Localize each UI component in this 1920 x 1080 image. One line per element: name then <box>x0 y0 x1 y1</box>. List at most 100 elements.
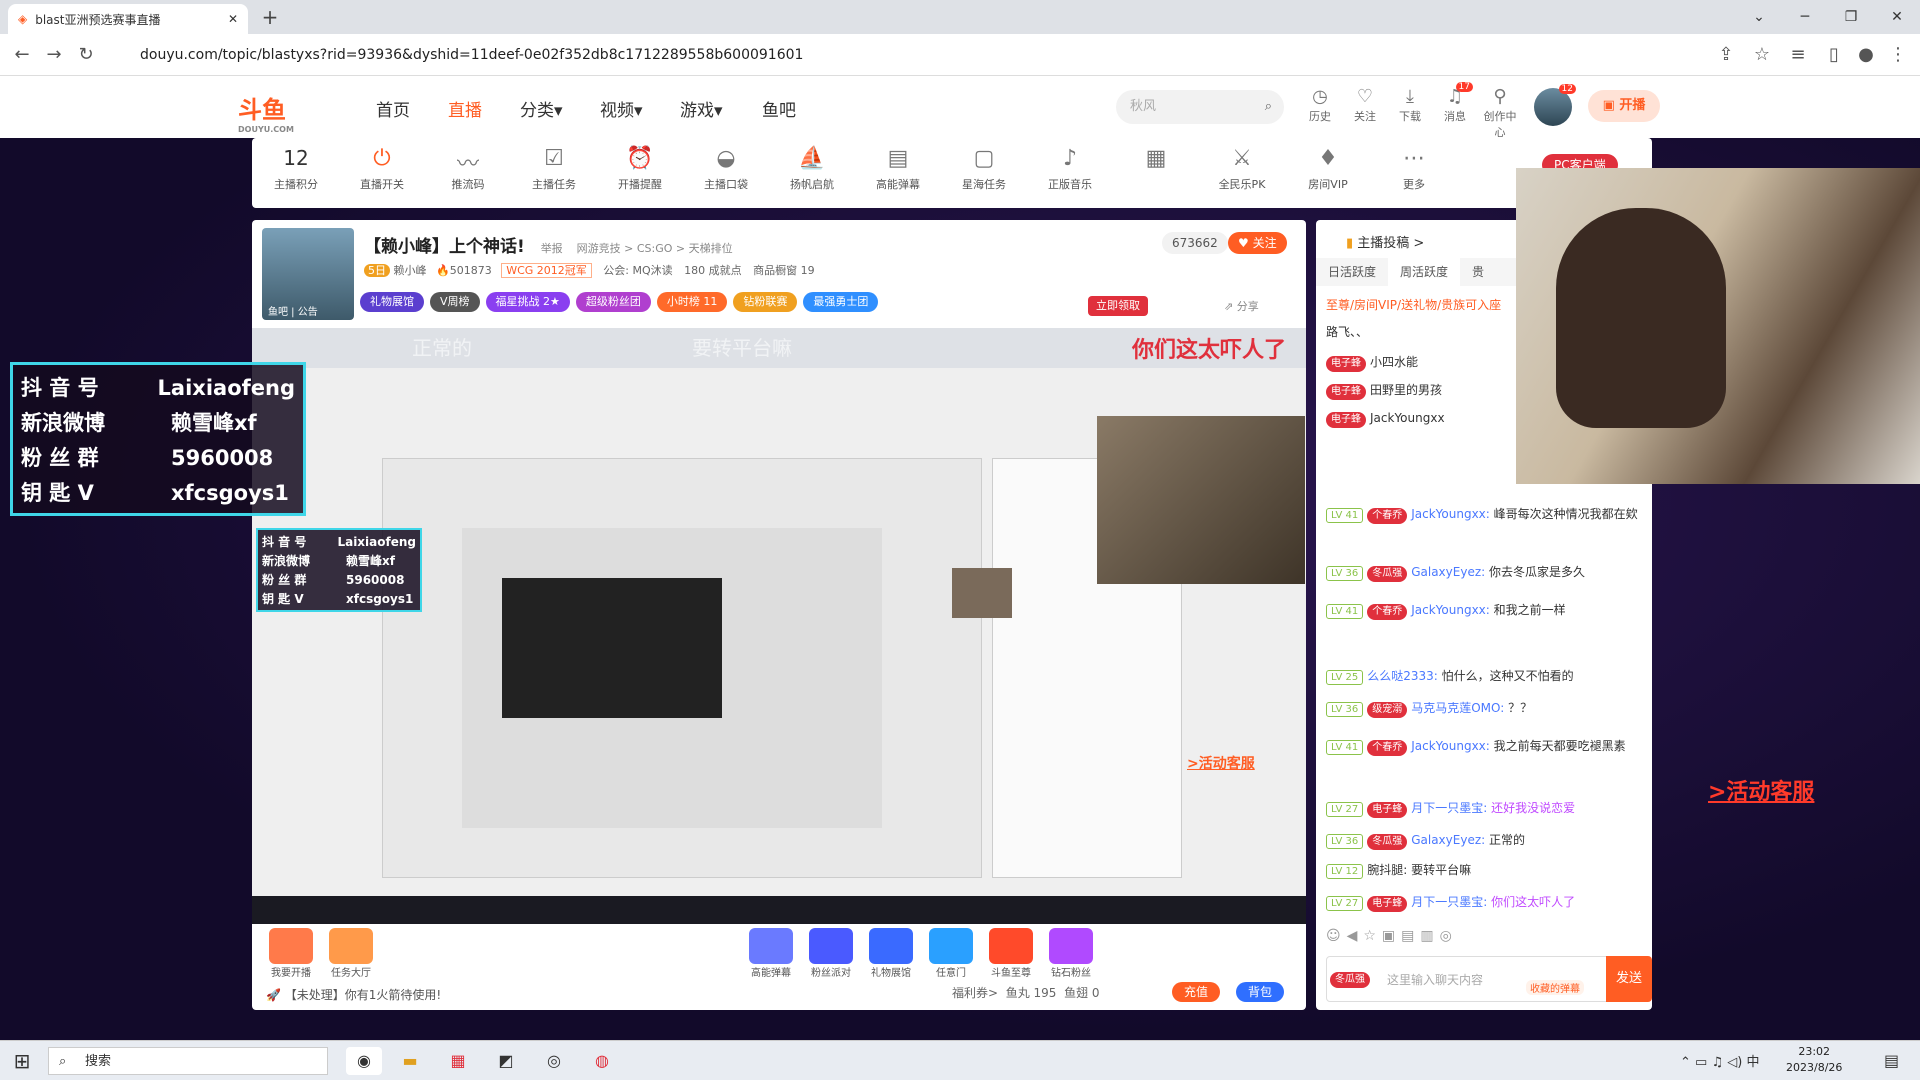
nav-home[interactable]: 首页 <box>376 96 410 121</box>
report-link[interactable]: 举报 <box>541 242 563 255</box>
welfare-link[interactable]: 福利券> <box>952 986 998 1000</box>
folder-icon[interactable]: ▬ <box>392 1047 428 1075</box>
gift-any-door[interactable]: 任意门 <box>922 928 980 979</box>
tool-reminder[interactable]: ⏰ 开播提醒 <box>600 146 680 192</box>
minimize-button[interactable]: ─ <box>1782 0 1828 34</box>
message-button[interactable]: ♫ 消息 17 <box>1435 82 1475 124</box>
rocket-notice[interactable]: 🚀 【未处理】你有1火箭待使用! <box>266 986 441 1003</box>
side-panel-icon[interactable]: ▯ <box>1820 42 1848 68</box>
tool-task[interactable]: ☑ 主播任务 <box>514 146 594 192</box>
badge-diamond-league[interactable]: 钻粉联赛 <box>733 292 798 312</box>
badge-warrior-team[interactable]: 最强勇士团 <box>803 292 879 312</box>
chrome-icon[interactable]: ◉ <box>346 1047 382 1075</box>
tool-pocket[interactable]: ◒ 主播口袋 <box>686 146 766 192</box>
badge-hour-rank[interactable]: 小时榜 11 <box>656 292 728 312</box>
guild-info[interactable]: 公会: MQ沐读 <box>603 264 672 277</box>
start-live-button[interactable]: ▣ 开播 <box>1588 90 1660 122</box>
avatar-caption[interactable]: 鱼吧 | 公告 <box>268 303 318 318</box>
video-player[interactable]: 正常的 要转平台嘛 你们这太吓人了 >活动客服 <box>252 328 1306 924</box>
new-tab-button[interactable]: + <box>258 6 282 30</box>
tool-gift[interactable]: ▦ <box>1116 146 1196 176</box>
nickname[interactable]: 月下一只墨宝: <box>1411 801 1487 815</box>
back-icon[interactable]: ← <box>8 42 36 68</box>
app-icon[interactable]: ▦ <box>440 1047 476 1075</box>
tool-sail[interactable]: ⛵ 扬帆启航 <box>772 146 852 192</box>
nickname[interactable]: JackYoungxx: <box>1411 603 1490 617</box>
gift-hall[interactable]: 礼物展馆 <box>862 928 920 979</box>
badge-gift-hall[interactable]: 礼物展馆 <box>360 292 424 312</box>
bookmark-star-icon[interactable]: ☆ <box>1748 42 1776 68</box>
search-icon[interactable]: ⌕ <box>1265 90 1272 124</box>
nickname[interactable]: 马克马克莲OMO: <box>1411 701 1504 715</box>
nickname[interactable]: 么么哒2333: <box>1367 669 1438 683</box>
creator-center-button[interactable]: ⚲ 创作中心 <box>1480 86 1520 140</box>
tool-more[interactable]: ⋯ 更多 <box>1374 146 1454 192</box>
activity-service-link[interactable]: >活动客服 <box>1708 774 1814 806</box>
tool-stream-key[interactable]: 〰推流码 <box>428 146 508 192</box>
nickname[interactable]: 月下一只墨宝: <box>1411 895 1487 909</box>
nav-category[interactable]: 分类▾ <box>520 96 563 121</box>
nickname[interactable]: JackYoungxx: <box>1411 739 1490 753</box>
tool-score[interactable]: 12 主播积分 <box>256 146 336 192</box>
saved-barrage-button[interactable]: 收藏的弹幕 <box>1526 980 1584 995</box>
search-input[interactable]: 秋风 ⌕ <box>1116 90 1284 124</box>
tool-pk[interactable]: ⚔ 全民乐PK <box>1202 146 1282 192</box>
tool-vip[interactable]: ♦ 房间VIP <box>1288 146 1368 192</box>
close-tab-icon[interactable]: ✕ <box>228 12 238 26</box>
share-button[interactable]: ⇗ 分享 <box>1224 298 1259 314</box>
forward-icon[interactable]: → <box>40 42 68 68</box>
vip-seat-notice[interactable]: 至尊/房间VIP/送礼物/贵族可入座 <box>1326 296 1501 313</box>
user-avatar[interactable]: 12 <box>1534 84 1576 126</box>
close-window-button[interactable]: ✕ <box>1874 0 1920 34</box>
recharge-button[interactable]: 充值 <box>1172 982 1221 1002</box>
app-icon[interactable]: ◩ <box>488 1047 524 1075</box>
taskbar-clock[interactable]: 23:02 2023/8/26 <box>1786 1044 1842 1076</box>
douyu-app-icon[interactable]: ◍ <box>584 1047 620 1075</box>
douyu-logo[interactable]: 斗鱼 DOUYU.COM <box>238 90 294 134</box>
chat-input[interactable]: 这里输入聊天内容 <box>1326 956 1642 1002</box>
nav-video[interactable]: 视频▾ <box>600 96 643 121</box>
profile-icon[interactable]: ● <box>1852 42 1880 68</box>
gift-supreme[interactable]: 斗鱼至尊 <box>982 928 1040 979</box>
category-breadcrumb[interactable]: 网游竞技 > CS:GO > 天梯排位 <box>577 242 733 255</box>
gift-fan-party[interactable]: 粉丝派对 <box>802 928 860 979</box>
history-button[interactable]: ◷ 历史 <box>1300 86 1340 124</box>
follow-list-button[interactable]: ♡ 关注 <box>1345 86 1385 124</box>
gift-task-hall[interactable]: 任务大厅 <box>322 928 380 979</box>
badge-v-weekly[interactable]: V周榜 <box>430 292 480 312</box>
reading-list-icon[interactable]: ≡ <box>1784 42 1812 68</box>
gift-barrage[interactable]: 高能弹幕 <box>742 928 800 979</box>
nav-game[interactable]: 游戏▾ <box>680 96 723 121</box>
browser-tab[interactable]: ◈ blast亚洲预选赛事直播 ✕ <box>8 4 248 34</box>
shop-window[interactable]: 商品橱窗 19 <box>753 264 815 277</box>
badge-super-fans[interactable]: 超级粉丝团 <box>575 292 651 312</box>
share-icon[interactable]: ⇪ <box>1712 42 1740 68</box>
windows-start-icon[interactable]: ⊞ <box>8 1049 36 1073</box>
restore-button[interactable]: ❐ <box>1828 0 1874 34</box>
nav-live[interactable]: 直播 <box>448 96 482 121</box>
anchor-name[interactable]: 赖小峰 <box>394 264 427 277</box>
nav-fishbar[interactable]: 鱼吧 <box>762 96 796 121</box>
menu-dots-icon[interactable]: ⋮ <box>1884 42 1912 68</box>
badge-lucky-star[interactable]: 福星挑战 2★ <box>485 292 570 312</box>
tool-music[interactable]: ♪ 正版音乐 <box>1030 146 1110 192</box>
contribution-link[interactable]: ▮ 主播投稿 > <box>1346 232 1424 251</box>
nickname[interactable]: GalaxyEyez: <box>1411 565 1485 579</box>
chat-tool-icons[interactable]: ☺◀☆▣▤▥◎ <box>1326 928 1458 944</box>
nickname[interactable]: JackYoungxx: <box>1411 507 1490 521</box>
follow-button[interactable]: ♥ 关注 <box>1228 232 1287 254</box>
anchor-avatar[interactable]: 鱼吧 | 公告 <box>262 228 354 320</box>
claim-button[interactable]: 立即领取 <box>1088 296 1148 316</box>
nickname[interactable]: 腕抖腿: <box>1367 863 1407 877</box>
backpack-button[interactable]: 背包 <box>1236 982 1285 1002</box>
gift-start-live[interactable]: 我要开播 <box>262 928 320 979</box>
tab-search-icon[interactable]: ⌄ <box>1736 0 1782 34</box>
send-button[interactable]: 发送 <box>1606 956 1652 1002</box>
system-tray[interactable]: ⌃ ▭ ♫ ◁) 中 <box>1680 1051 1759 1070</box>
tool-barrage[interactable]: ▤ 高能弹幕 <box>858 146 938 192</box>
notification-icon[interactable]: ▤ <box>1884 1051 1899 1070</box>
url-field[interactable]: douyu.com/topic/blastyxs?rid=93936&dyshi… <box>140 42 1700 68</box>
nickname[interactable]: GalaxyEyez: <box>1411 833 1485 847</box>
tab-weekly[interactable]: 周活跃度 <box>1388 258 1461 286</box>
achievement-points[interactable]: 180 成就点 <box>684 264 742 277</box>
